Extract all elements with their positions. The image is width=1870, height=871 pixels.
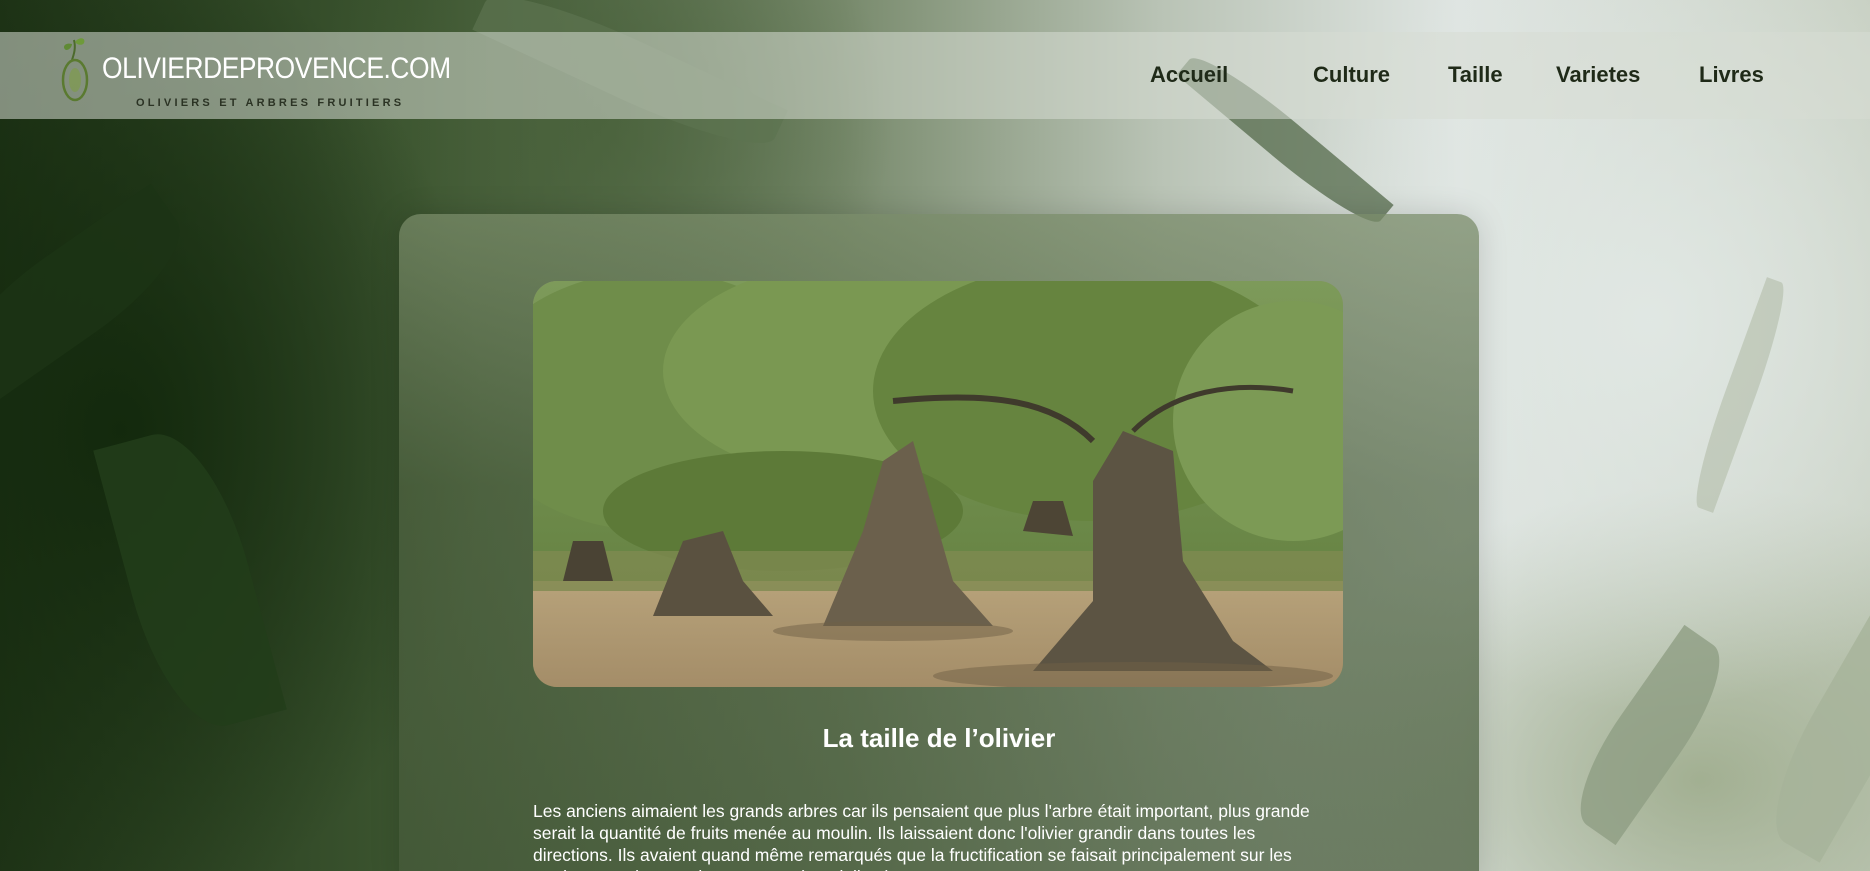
background-leaf [0,183,203,407]
page-background: OLIVIERDEPROVENCE.COM OLIVIERS ET ARBRES… [0,0,1870,871]
background-leaf [93,419,287,741]
article-title: La taille de l’olivier [822,723,1056,754]
olive-grove-photo [533,281,1343,687]
article-paragraph: Les anciens aimaient les grands arbres c… [533,800,1310,871]
content-card: La taille de l’olivier Les anciens aimai… [399,214,1479,871]
olive-branch-icon [60,34,100,106]
site-logo[interactable]: OLIVIERDEPROVENCE.COM OLIVIERS ET ARBRES… [56,32,456,119]
background-leaf [1558,624,1742,846]
nav-item-culture[interactable]: Culture [1313,62,1390,88]
nav-item-taille[interactable]: Taille [1448,62,1503,88]
logo-title: OLIVIERDEPROVENCE.COM [102,52,451,85]
background-leaf [1684,277,1796,513]
nav-item-accueil[interactable]: Accueil [1150,62,1228,88]
background-leaf [1750,597,1870,863]
logo-subtitle: OLIVIERS ET ARBRES FRUITIERS [136,97,405,109]
site-header: OLIVIERDEPROVENCE.COM OLIVIERS ET ARBRES… [0,32,1870,119]
nav-item-varietes[interactable]: Varietes [1556,62,1640,88]
nav-item-livres[interactable]: Livres [1699,62,1764,88]
